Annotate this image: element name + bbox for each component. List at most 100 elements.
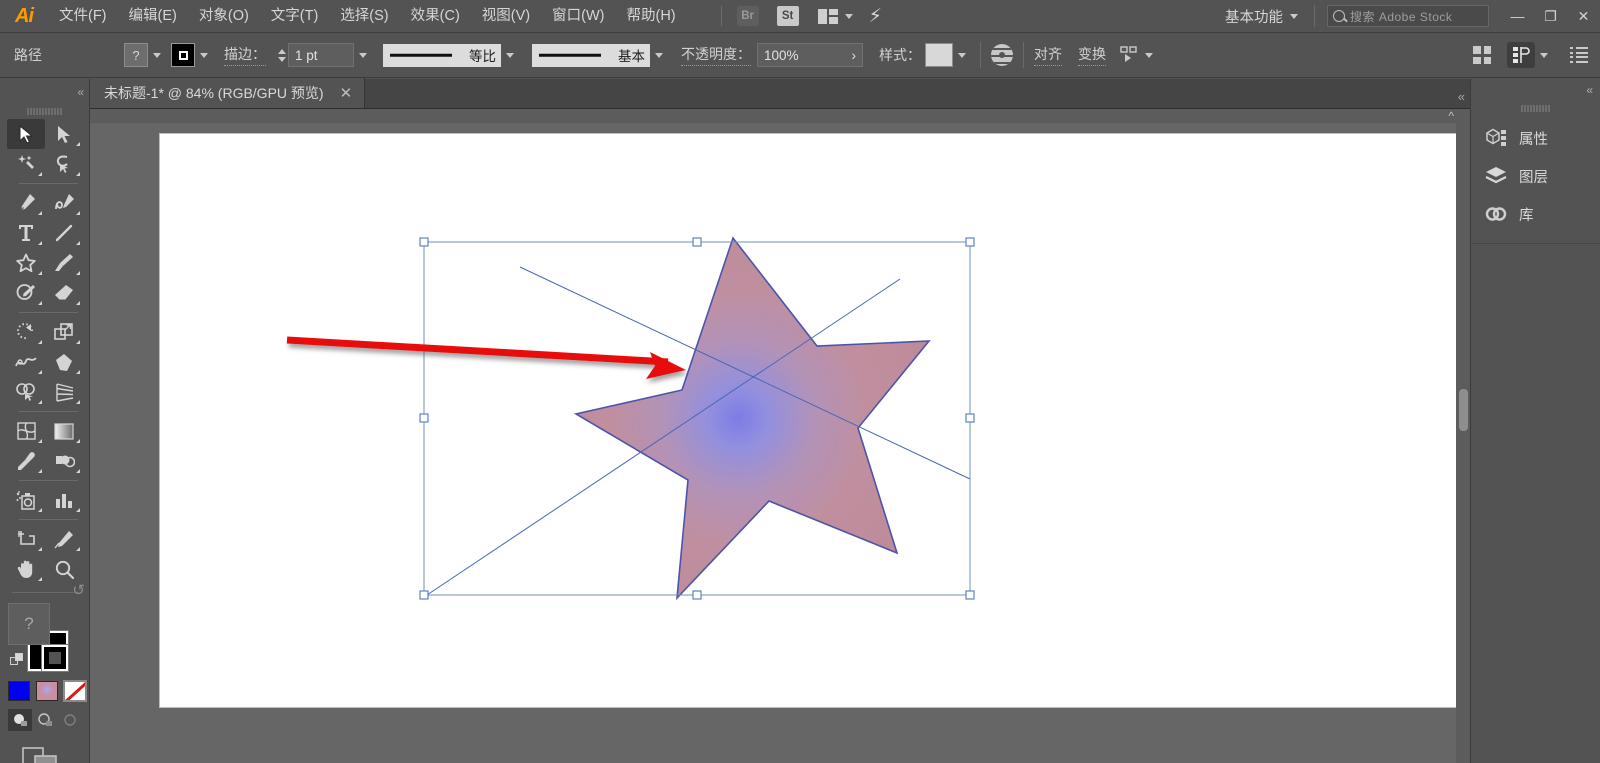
workspace-switcher[interactable]: 基本功能	[1211, 0, 1302, 33]
lasso-tool[interactable]	[45, 149, 83, 179]
menu-edit[interactable]: 编辑(E)	[118, 0, 188, 33]
column-graph-tool[interactable]	[45, 485, 83, 515]
select-similar-icon[interactable]	[1120, 46, 1140, 64]
toolbar-divider-3	[19, 411, 78, 412]
brush-definition-chevron-down-icon[interactable]	[650, 43, 667, 67]
stroke-weight-stepper[interactable]	[276, 43, 288, 67]
menubar-divider	[721, 6, 722, 26]
select-similar-chevron-down-icon[interactable]	[1140, 43, 1157, 67]
lightning-icon[interactable]: ⚡	[869, 5, 882, 28]
stroke-profile-selector[interactable]: 等比	[383, 44, 501, 67]
style-chevron-down-icon[interactable]	[953, 43, 970, 67]
draw-inside-icon[interactable]	[58, 709, 82, 731]
sidebar-item-layers[interactable]: 图层	[1471, 157, 1600, 195]
draw-behind-icon[interactable]	[33, 709, 57, 731]
menu-select[interactable]: 选择(S)	[329, 0, 399, 33]
transform-label[interactable]: 变换	[1078, 44, 1106, 66]
line-segment-tool[interactable]	[45, 218, 83, 248]
pen-tool[interactable]	[7, 188, 45, 218]
document-tab-close-icon[interactable]: ✕	[340, 86, 353, 101]
mesh-tool[interactable]	[7, 416, 45, 446]
graphic-style-swatch[interactable]	[925, 43, 953, 67]
color-swatch-blue[interactable]	[8, 681, 30, 701]
stroke-swatch-button[interactable]	[171, 43, 195, 67]
width-tool[interactable]	[7, 347, 45, 377]
sidebar-item-libraries[interactable]: 库	[1471, 195, 1600, 233]
rightdock-collapse-icon[interactable]: «	[1471, 79, 1600, 101]
canvas-area[interactable]: ^	[90, 109, 1470, 763]
eyedropper-tool[interactable]	[7, 446, 45, 476]
toolbar-collapse-icon[interactable]: «	[0, 79, 89, 105]
scale-tool[interactable]	[45, 317, 83, 347]
opacity-field[interactable]: 100% ›	[757, 43, 863, 67]
menu-view[interactable]: 视图(V)	[471, 0, 541, 33]
distribute-chevron-down-icon[interactable]	[1535, 43, 1552, 67]
canvas-scrollbar-thumb[interactable]	[1459, 389, 1468, 431]
slice-tool[interactable]	[45, 524, 83, 554]
stroke-chevron-down-icon[interactable]	[195, 43, 212, 67]
opacity-more-icon[interactable]: ›	[852, 48, 857, 63]
stroke-weight-field[interactable]: 1 pt	[288, 43, 354, 67]
menu-type[interactable]: 文字(T)	[260, 0, 330, 33]
restore-button[interactable]: ❐	[1534, 0, 1567, 33]
symbol-sprayer-tool[interactable]	[7, 485, 45, 515]
hand-tool[interactable]	[7, 554, 45, 584]
screen-mode-button[interactable]	[0, 731, 89, 763]
shape-builder-tool[interactable]	[7, 377, 45, 407]
distribute-spacing-icon[interactable]	[1507, 42, 1535, 68]
perspective-grid-tool[interactable]	[45, 377, 83, 407]
arrange-chevron-down-icon[interactable]	[845, 14, 853, 19]
blend-tool[interactable]	[45, 446, 83, 476]
stock-search-input[interactable]: 搜索 Adobe Stock	[1327, 5, 1489, 27]
menu-file[interactable]: 文件(F)	[48, 0, 118, 33]
stroke-color-swatch[interactable]	[42, 645, 68, 671]
brush-definition-selector[interactable]: 基本	[532, 44, 650, 67]
recolor-artwork-icon[interactable]	[991, 44, 1013, 66]
fill-swatch-button[interactable]: ?	[124, 43, 148, 67]
document-tab[interactable]: 未标题-1* @ 84% (RGB/GPU 预览) ✕	[90, 78, 365, 108]
arrange-documents-icon[interactable]	[818, 9, 838, 24]
rotate-tool[interactable]	[7, 317, 45, 347]
artboard-tool[interactable]	[7, 524, 45, 554]
color-swatch-none[interactable]	[64, 681, 86, 701]
control-bar-menu-icon[interactable]	[1570, 47, 1588, 63]
menu-object[interactable]: 对象(O)	[188, 0, 260, 33]
type-tool[interactable]	[7, 218, 45, 248]
paintbrush-tool[interactable]	[45, 248, 83, 278]
color-swatch-gradient[interactable]	[36, 681, 58, 701]
shaper-tool[interactable]	[7, 278, 45, 308]
direct-selection-tool[interactable]	[45, 119, 83, 149]
curvature-tool[interactable]	[45, 188, 83, 218]
rightdock-items: 属性 图层 库	[1471, 115, 1600, 244]
toolbar-drag-handle[interactable]	[0, 105, 89, 117]
tabbar-collapse-icon[interactable]: «	[1458, 89, 1470, 108]
stock-icon[interactable]: St	[777, 6, 799, 26]
gradient-tool[interactable]	[45, 416, 83, 446]
reset-fill-stroke-icon[interactable]: ↺	[72, 581, 85, 599]
document-setup-icon[interactable]	[1473, 46, 1491, 64]
minimize-button[interactable]: —	[1501, 0, 1534, 33]
selection-tool[interactable]	[7, 119, 45, 149]
sidebar-item-properties[interactable]: 属性	[1471, 119, 1600, 157]
canvas-vertical-scrollbar[interactable]	[1456, 109, 1470, 763]
draw-normal-icon[interactable]	[8, 709, 32, 731]
menu-help[interactable]: 帮助(H)	[615, 0, 686, 33]
stroke-weight-chevron-down-icon[interactable]	[354, 43, 371, 67]
menu-effect[interactable]: 效果(C)	[400, 0, 471, 33]
align-label[interactable]: 对齐	[1034, 44, 1062, 66]
close-button[interactable]: ✕	[1567, 0, 1600, 33]
free-transform-tool[interactable]	[45, 347, 83, 377]
rightdock-drag-handle[interactable]	[1471, 101, 1600, 115]
star-shape[interactable]	[576, 238, 929, 598]
eraser-tool[interactable]	[45, 278, 83, 308]
zoom-tool[interactable]	[45, 554, 83, 584]
illustrator-window: Ai 文件(F) 编辑(E) 对象(O) 文字(T) 选择(S) 效果(C) 视…	[0, 0, 1600, 763]
fill-chevron-down-icon[interactable]	[148, 43, 165, 67]
star-tool[interactable]	[7, 248, 45, 278]
menu-window[interactable]: 窗口(W)	[541, 0, 615, 33]
stroke-profile-chevron-down-icon[interactable]	[501, 43, 518, 67]
bridge-icon[interactable]: Br	[737, 6, 759, 26]
help-button[interactable]: ?	[8, 603, 50, 645]
swap-fill-stroke-icon[interactable]	[10, 653, 26, 667]
magic-wand-tool[interactable]	[7, 149, 45, 179]
